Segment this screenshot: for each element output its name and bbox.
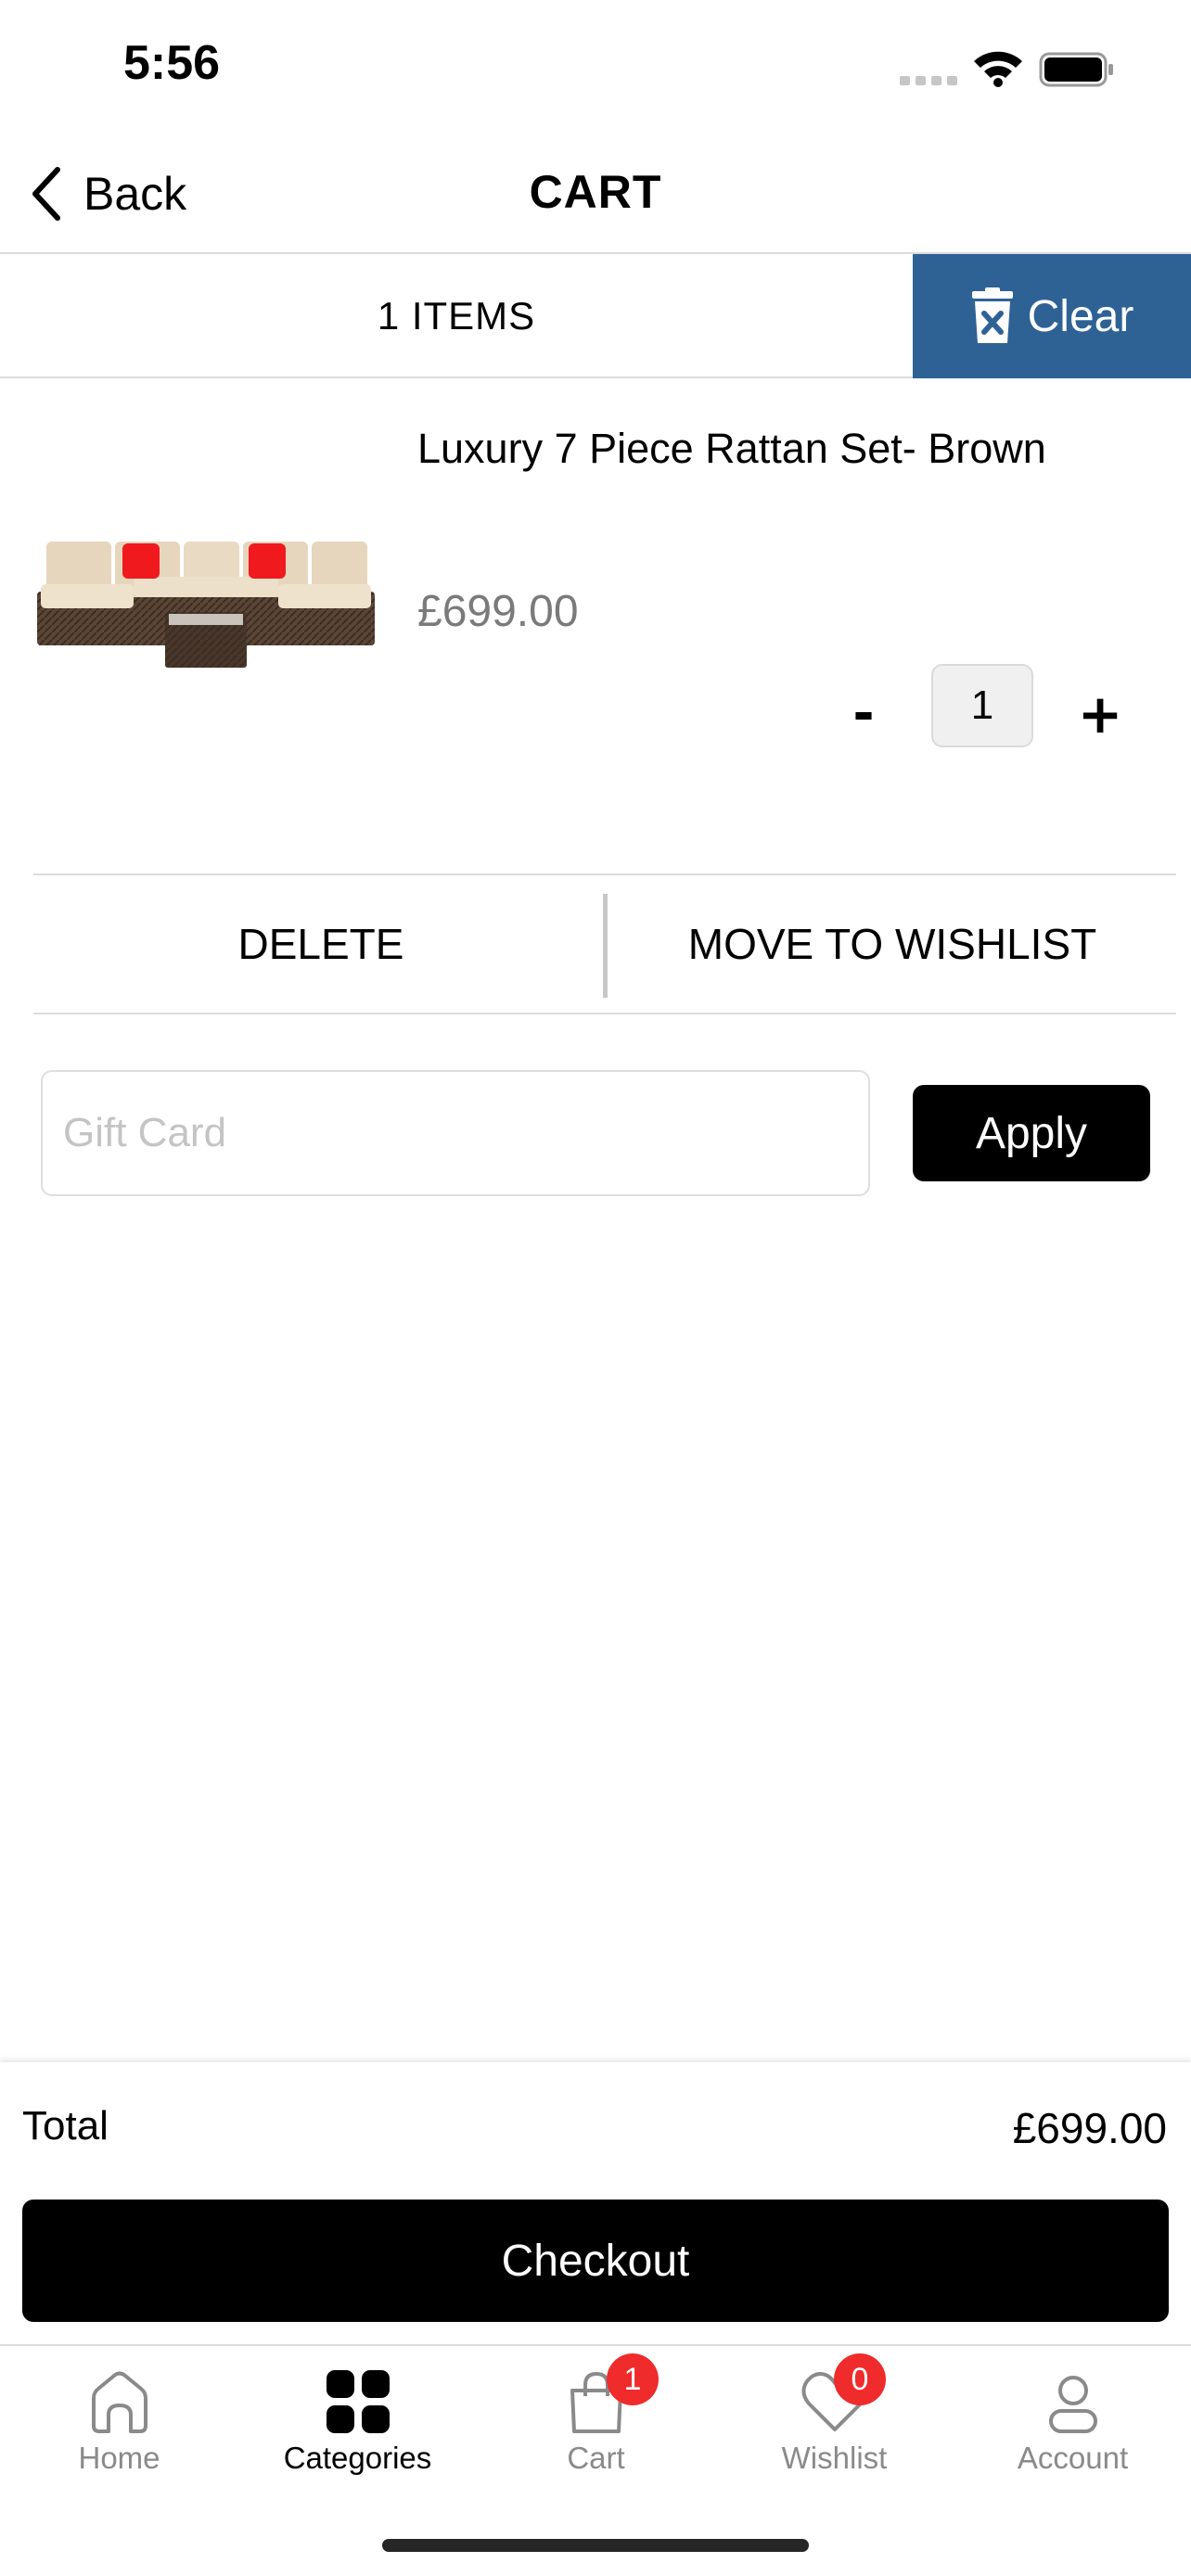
gift-card-input[interactable]	[41, 1070, 870, 1196]
home-icon	[91, 2371, 147, 2433]
page-title: CART	[529, 166, 662, 218]
tab-account-label: Account	[1017, 2441, 1129, 2475]
clear-label: Clear	[1027, 291, 1134, 341]
order-summary: Total £699.00 Checkout	[0, 2062, 1191, 2344]
quantity-increase-button[interactable]: +	[1072, 677, 1128, 751]
cart-badge: 1	[607, 2353, 659, 2405]
action-divider	[603, 894, 608, 998]
wifi-icon	[974, 51, 1022, 87]
quantity-value[interactable]: 1	[931, 664, 1033, 747]
battery-icon	[1039, 52, 1113, 87]
tab-account[interactable]: Account	[954, 2346, 1191, 2485]
tab-wishlist[interactable]: 0 Wishlist	[715, 2346, 954, 2485]
home-indicator[interactable]	[382, 2539, 809, 2552]
user-icon	[1048, 2376, 1097, 2433]
clear-cart-button[interactable]: Clear	[913, 254, 1191, 378]
quantity-decrease-button[interactable]: -	[840, 677, 887, 751]
status-bar: 5:56	[0, 0, 1191, 139]
trash-icon	[971, 287, 1013, 343]
tab-wishlist-label: Wishlist	[781, 2441, 888, 2475]
tab-categories-label: Categories	[283, 2441, 432, 2475]
status-time: 5:56	[123, 36, 221, 90]
delete-button[interactable]: DELETE	[33, 875, 608, 1013]
tab-home-label: Home	[78, 2441, 160, 2475]
cellular-signal-icon	[900, 76, 957, 85]
navigation-bar: Back CART	[0, 139, 1191, 254]
product-price: £699.00	[417, 587, 579, 636]
move-to-wishlist-button[interactable]: MOVE TO WISHLIST	[608, 875, 1176, 1013]
tab-home[interactable]: Home	[0, 2346, 238, 2485]
grid-icon	[326, 2370, 390, 2433]
tab-categories[interactable]: Categories	[238, 2346, 477, 2485]
total-value: £699.00	[1012, 2104, 1167, 2152]
items-header: 1 ITEMS Clear	[0, 254, 1191, 378]
product-image[interactable]	[37, 536, 375, 675]
total-label: Total	[22, 2103, 109, 2149]
product-name[interactable]: Luxury 7 Piece Rattan Set- Brown	[417, 425, 1046, 473]
tab-cart-label: Cart	[567, 2441, 625, 2475]
wishlist-badge: 0	[834, 2353, 886, 2405]
item-actions: DELETE MOVE TO WISHLIST	[33, 874, 1176, 1014]
tab-cart[interactable]: 1 Cart	[477, 2346, 715, 2485]
checkout-button[interactable]: Checkout	[22, 2200, 1169, 2322]
items-count: 1 ITEMS	[377, 294, 536, 338]
cart-item: Luxury 7 Piece Rattan Set- Brown £699.00…	[0, 378, 1191, 874]
apply-button[interactable]: Apply	[913, 1085, 1150, 1181]
